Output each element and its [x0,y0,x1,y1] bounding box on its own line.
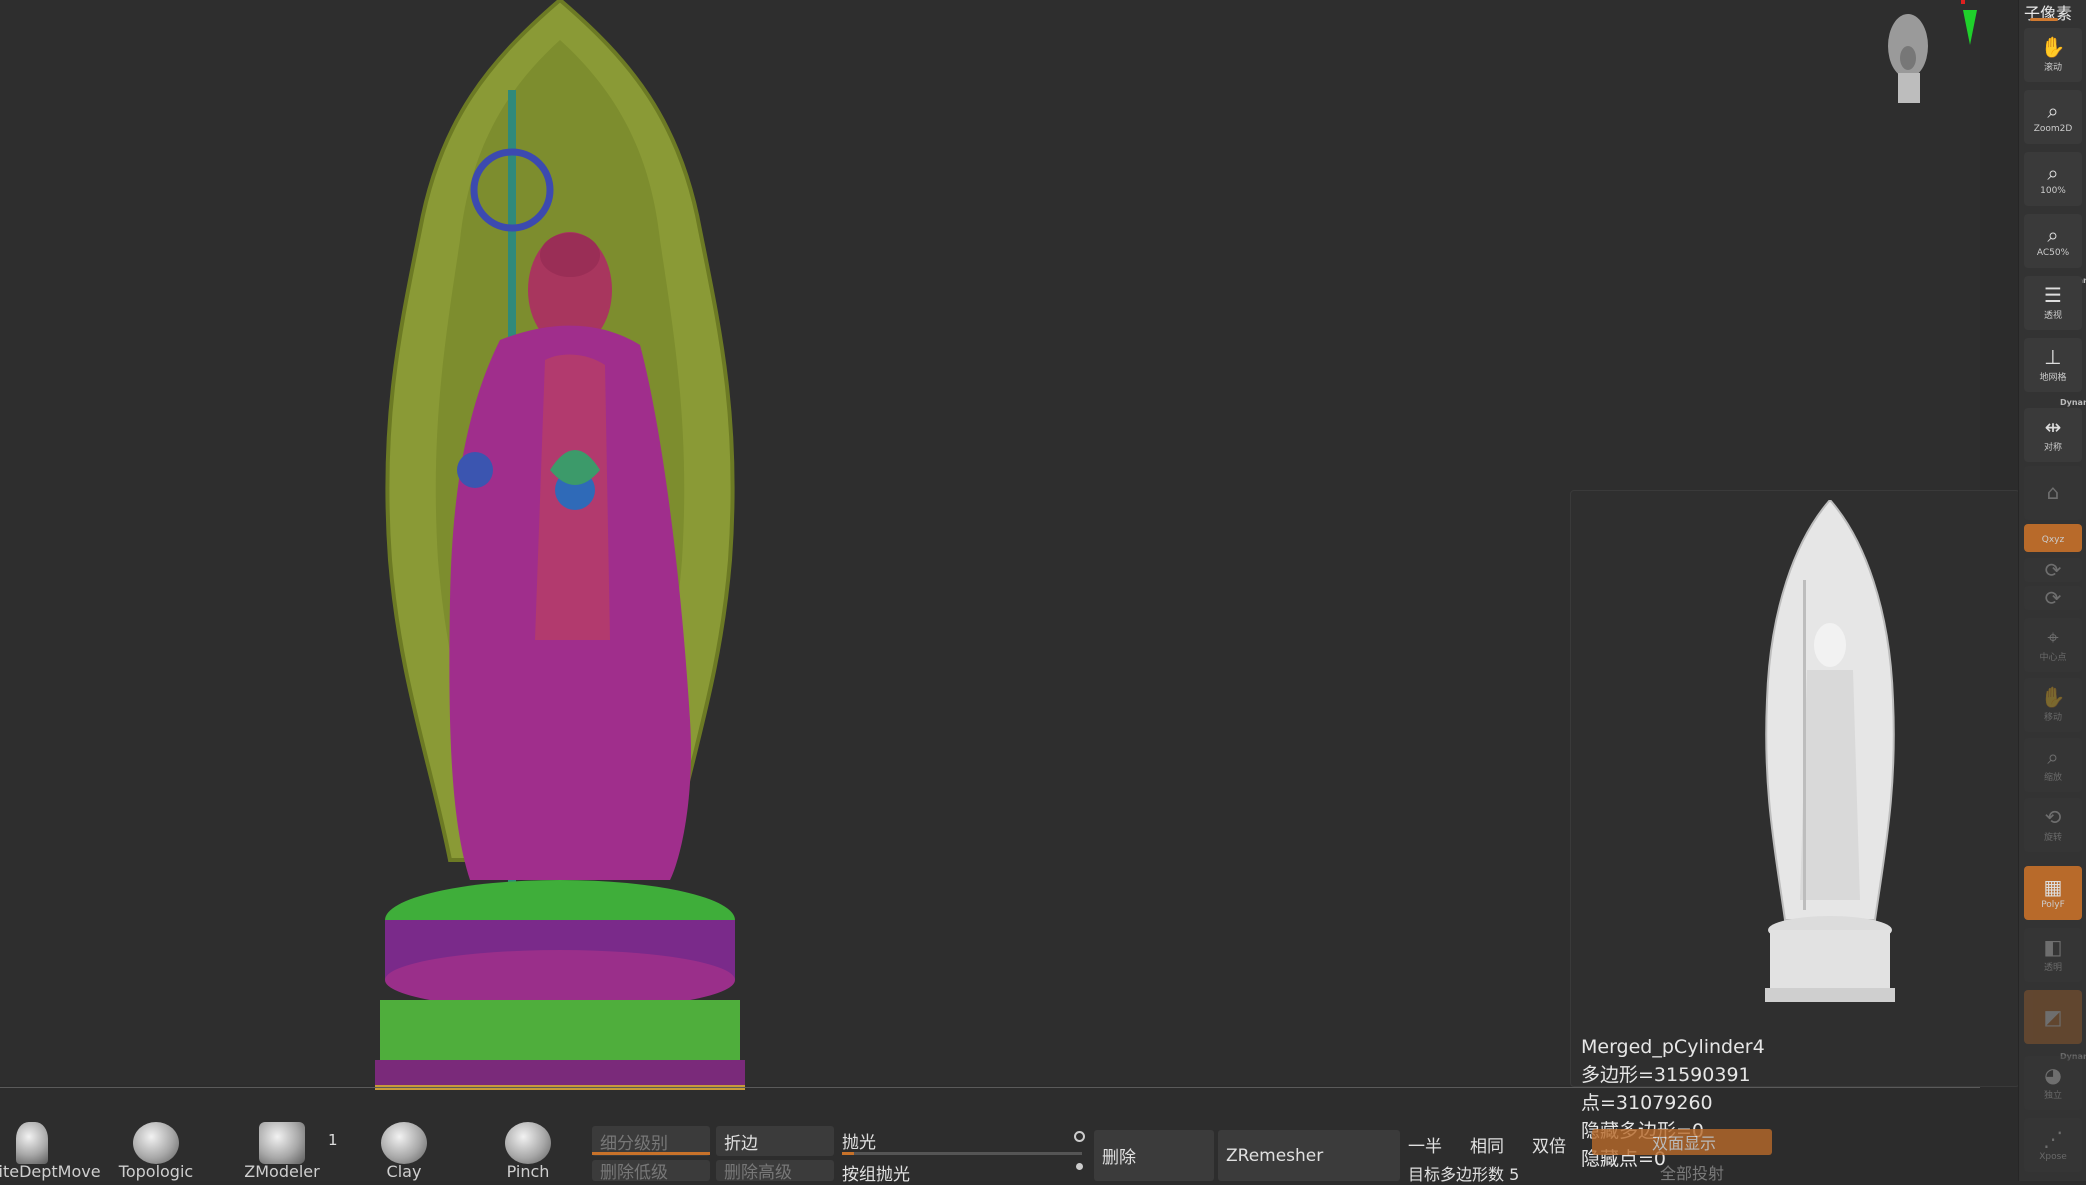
perspective-button[interactable]: ☰ 透视 [2024,276,2082,330]
polish-toggle[interactable] [1074,1131,1085,1142]
symmetry-button[interactable]: ⇹ 对称 [2024,408,2082,462]
rotate-y-icon: ⟳ [2044,558,2062,582]
transparent-button[interactable]: ◧ 透明 [2024,928,2082,982]
polish-slider-label[interactable]: 抛光 [842,1128,876,1153]
point-count: 点=31079260 [1581,1092,1713,1114]
subpixel-slider[interactable] [2030,18,2058,21]
brush-clay[interactable]: Clay [354,1122,454,1181]
same-button[interactable]: 相同 [1470,1132,1504,1157]
double-sided-label: 双面显示 [1652,1134,1717,1153]
move-icon: ✋ [2040,685,2066,709]
xyz-rotate-icon: Qxyz [2041,534,2065,545]
solo-button[interactable]: ◕ 独立 [2024,1056,2082,1110]
zoom2d-button[interactable]: ⌕ Zoom2D [2024,90,2082,144]
local-icon: ⌂ [2046,479,2060,504]
clay-icon [381,1122,427,1164]
rotate-button[interactable]: ⟲ 旋转 [2024,798,2082,852]
polish-slider-track[interactable] [842,1152,1082,1155]
half-button[interactable]: 一半 [1408,1132,1442,1157]
infinite-deptmove-icon [16,1122,48,1164]
zremesher-button[interactable]: ZRemesher [1218,1130,1400,1181]
orientation-head-gizmo[interactable] [1878,8,1938,108]
solo-icon: ◕ [2044,1063,2062,1087]
buddha-statue-model[interactable] [320,0,800,1110]
zoom2d-icon: ⌕ [2047,98,2059,123]
floor-grid-button[interactable]: ⊥ 地网格 [2024,338,2082,392]
perspective-icon: ☰ [2044,283,2062,307]
floor-grid-icon: ⊥ [2044,345,2062,369]
pinch-icon [505,1122,551,1164]
polyframe-button[interactable]: ▦ PolyF [2024,866,2082,920]
scroll-button[interactable]: ✋ 滚动 [2024,28,2082,82]
target-polygons-slider[interactable]: 目标多边形数 5 [1408,1161,1519,1185]
scale-button[interactable]: ⌕ 缩放 [2024,738,2082,792]
local-button[interactable]: ⌂ [2024,466,2082,520]
axis-indicator-icon [1961,0,1977,45]
crease-button[interactable]: 折边 [716,1126,834,1156]
rotate-z-button[interactable]: ⟳ [2024,586,2082,610]
polygon-count: 多边形=31590391 [1581,1064,1751,1086]
xpose-icon: ⋰ [2043,1126,2063,1151]
brush-topologic[interactable]: Topologic [106,1122,206,1181]
polyframe-icon: ▦ [2043,874,2063,899]
rotate-icon: ⟲ [2044,805,2062,829]
double-sided-button[interactable]: 双面显示 [1592,1129,1772,1155]
scale-icon: ⌕ [2047,745,2059,769]
zoom-ac50-icon: ⌕ [2047,222,2059,247]
brush-zmodeler[interactable]: ZModeler [232,1122,332,1181]
zoom-100-button[interactable]: ⌕ 100% [2024,152,2082,206]
polish-slider-fill [842,1152,854,1155]
brush-pinch[interactable]: Pinch [478,1122,578,1181]
tool-thumbnail[interactable] [1725,500,1935,1010]
zoom-ac50-button[interactable]: ⌕ AC50% [2024,214,2082,268]
center-point-icon: ⌖ [2047,625,2059,649]
transparent-icon: ◧ [2043,935,2063,959]
brush-infinite-deptmove[interactable]: InfiniteDeptMove [0,1122,101,1181]
dynamic-label-2: Dynamic [2060,398,2086,407]
move-hand-icon: ✋ [2040,35,2066,59]
xpose-button[interactable]: ⋰ Xpose [2024,1118,2082,1172]
zoom-100-icon: ⌕ [2047,160,2059,185]
polish-by-group-toggle[interactable] [1076,1163,1083,1170]
polish-by-group-label[interactable]: 按组抛光 [842,1160,910,1185]
move-button[interactable]: ✋ 移动 [2024,678,2082,732]
zmodeler-count: 1 [328,1131,338,1149]
rotate-y-button[interactable]: ⟳ [2024,558,2082,582]
topologic-icon [133,1122,179,1164]
xyz-rotate-button[interactable]: Qxyz [2024,524,2082,552]
delete-button[interactable]: 删除 [1094,1130,1214,1181]
center-point-button[interactable]: ⌖ 中心点 [2024,618,2082,672]
ghost-button[interactable]: ◩ [2024,990,2082,1044]
subdiv-level-fill [592,1152,710,1155]
project-all-button[interactable]: 全部投射 [1660,1160,1724,1184]
delete-lower-button[interactable]: 删除低级 [592,1160,710,1183]
rotate-z-icon: ⟳ [2044,586,2062,610]
tool-name: Merged_pCylinder4 [1581,1036,1765,1058]
ghost-icon: ◩ [2043,1005,2063,1029]
symmetry-icon: ⇹ [2044,415,2062,439]
zmodeler-icon [259,1122,305,1164]
delete-higher-button[interactable]: 删除高级 [716,1160,834,1183]
double-button[interactable]: 双倍 [1532,1132,1566,1157]
